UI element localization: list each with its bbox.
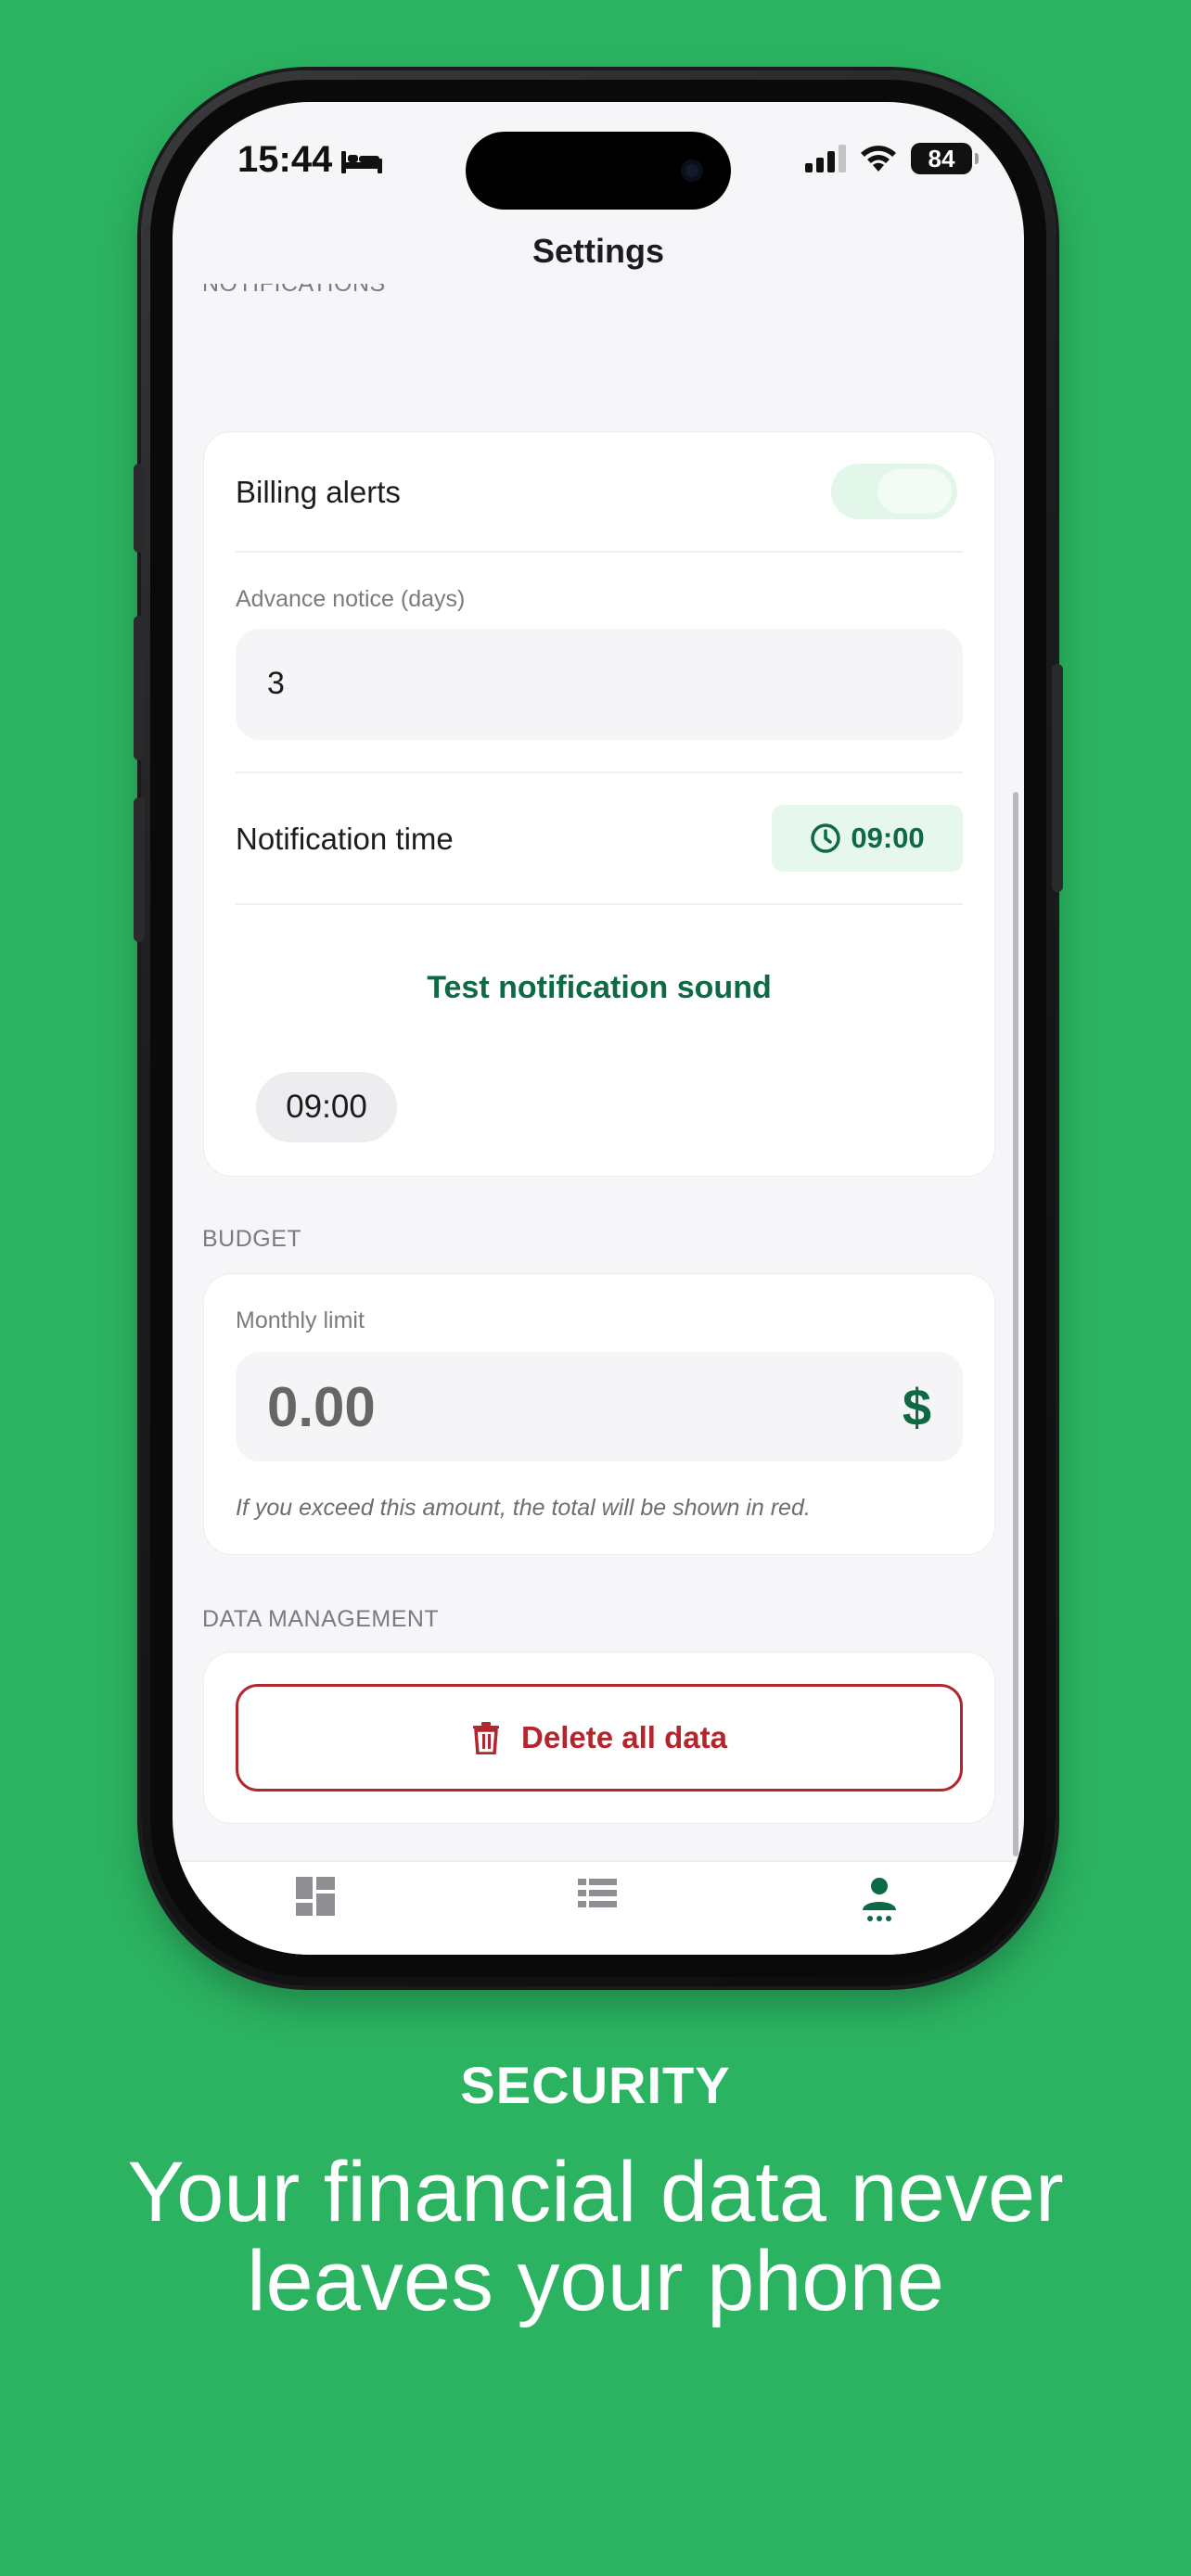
marketing-eyebrow: SECURITY bbox=[460, 2056, 731, 2114]
action-button bbox=[134, 464, 145, 553]
notifications-section-label: NOTIFICATIONS bbox=[202, 284, 386, 297]
bed-icon bbox=[341, 150, 383, 173]
status-time: 15:44 bbox=[237, 139, 333, 180]
budget-card: Monthly limit 0.00 $ If you exceed this … bbox=[204, 1274, 994, 1554]
divider bbox=[236, 903, 963, 905]
monthly-limit-input[interactable]: 0.00 $ bbox=[236, 1352, 963, 1461]
status-bar: 15:44 84 bbox=[173, 102, 1024, 241]
status-time-group: 15:44 bbox=[237, 139, 383, 181]
battery-icon: 84 bbox=[911, 143, 979, 174]
monthly-limit-label: Monthly limit bbox=[236, 1307, 365, 1333]
page-title: Settings bbox=[531, 232, 664, 270]
time-pill[interactable]: 09:00 bbox=[256, 1072, 397, 1142]
data-management-card: Delete all data bbox=[204, 1652, 994, 1823]
phone-screen: 15:44 84 Settings NOTIFICATIONS Billing … bbox=[173, 102, 1024, 1955]
tab-profile[interactable] bbox=[842, 1877, 916, 1932]
divider bbox=[236, 772, 963, 773]
tab-bar bbox=[173, 1860, 1024, 1955]
tab-list[interactable] bbox=[560, 1877, 634, 1932]
billing-alerts-label: Billing alerts bbox=[236, 475, 401, 509]
volume-down-button bbox=[134, 797, 145, 942]
notification-time-button[interactable]: 09:00 bbox=[772, 805, 963, 872]
billing-alerts-toggle[interactable] bbox=[831, 464, 957, 519]
camera-icon bbox=[681, 159, 703, 182]
time-pill-value: 09:00 bbox=[286, 1089, 367, 1125]
divider bbox=[236, 551, 963, 553]
delete-all-data-button[interactable]: Delete all data bbox=[236, 1684, 963, 1792]
data-management-section-label: DATA MANAGEMENT bbox=[202, 1606, 440, 1632]
power-button bbox=[1052, 664, 1063, 892]
dynamic-island bbox=[466, 132, 731, 210]
currency-symbol: $ bbox=[902, 1377, 931, 1436]
signal-icon bbox=[805, 145, 846, 172]
toggle-knob bbox=[877, 469, 952, 514]
clock-icon bbox=[811, 823, 841, 853]
phone-frame: 15:44 84 Settings NOTIFICATIONS Billing … bbox=[134, 70, 1063, 1986]
advance-notice-value: 3 bbox=[267, 666, 285, 701]
budget-hint: If you exceed this amount, the total wil… bbox=[236, 1495, 811, 1521]
marketing-headline: Your financial data never leaves your ph… bbox=[127, 2145, 1064, 2328]
notification-time-value: 09:00 bbox=[851, 822, 925, 854]
list-icon bbox=[578, 1879, 617, 1907]
advance-notice-input[interactable]: 3 bbox=[236, 629, 963, 740]
wifi-icon bbox=[861, 146, 896, 172]
notifications-card: Billing alerts Advance notice (days) 3 N… bbox=[204, 432, 994, 1176]
battery-level: 84 bbox=[928, 144, 955, 172]
trash-icon bbox=[473, 1722, 500, 1754]
volume-up-button bbox=[134, 616, 145, 760]
test-notification-sound-button[interactable]: Test notification sound bbox=[204, 970, 994, 1006]
notification-time-label: Notification time bbox=[236, 822, 454, 856]
dashboard-icon bbox=[296, 1877, 335, 1916]
delete-all-data-label: Delete all data bbox=[521, 1720, 727, 1754]
advance-notice-label: Advance notice (days) bbox=[236, 586, 466, 612]
settings-scroll[interactable]: NOTIFICATIONS Billing alerts Advance not… bbox=[173, 284, 1024, 1879]
tab-dashboard[interactable] bbox=[278, 1877, 352, 1932]
scrollbar[interactable] bbox=[1013, 792, 1018, 1856]
status-right: 84 bbox=[805, 143, 979, 174]
monthly-limit-value: 0.00 bbox=[267, 1375, 376, 1438]
budget-section-label: BUDGET bbox=[202, 1226, 302, 1252]
profile-icon bbox=[863, 1878, 896, 1921]
